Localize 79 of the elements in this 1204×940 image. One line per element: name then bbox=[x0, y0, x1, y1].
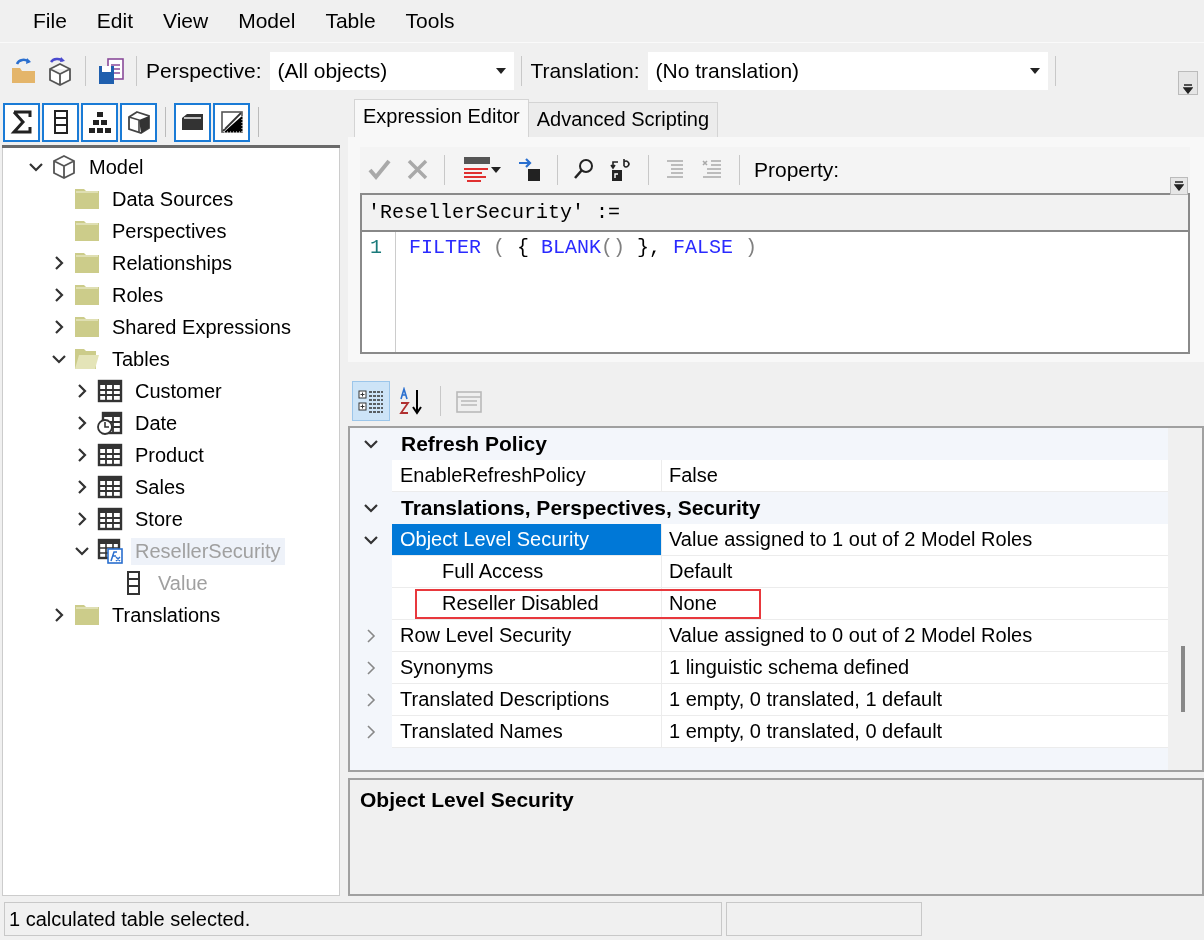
property-value[interactable]: None bbox=[662, 588, 1168, 620]
menu-item[interactable]: Tools bbox=[390, 9, 470, 33]
table-icon bbox=[97, 506, 123, 532]
menu-item[interactable]: View bbox=[148, 9, 224, 33]
menu-item[interactable]: Model bbox=[223, 9, 311, 33]
tree-item[interactable]: Roles bbox=[108, 281, 168, 309]
view-toggle-button[interactable] bbox=[81, 102, 118, 142]
property-value[interactable]: 1 empty, 0 translated, 0 default bbox=[662, 716, 1168, 748]
table-icon bbox=[97, 474, 123, 500]
dax-format-icon[interactable] bbox=[463, 156, 491, 184]
folder-icon bbox=[74, 602, 100, 628]
view-toggle-button[interactable] bbox=[174, 102, 211, 142]
property-value[interactable]: Default bbox=[662, 556, 1168, 588]
editor-tab[interactable]: Expression Editor bbox=[354, 99, 529, 137]
tree-item[interactable]: Store bbox=[131, 505, 187, 533]
overflow-icon bbox=[1174, 181, 1184, 191]
tree-item[interactable]: Date bbox=[131, 409, 182, 437]
perspective-label: Perspective: bbox=[146, 59, 262, 83]
menu-item[interactable]: Edit bbox=[81, 9, 149, 33]
property-label: Property: bbox=[754, 158, 840, 182]
calendar-table-icon bbox=[97, 410, 123, 436]
menu-item[interactable]: File bbox=[18, 9, 82, 33]
property-name[interactable]: Full Access bbox=[392, 556, 662, 588]
tree-item[interactable]: Relationships bbox=[108, 249, 237, 277]
property-name[interactable]: EnableRefreshPolicy bbox=[392, 460, 662, 492]
tree-item[interactable]: Product bbox=[131, 441, 208, 469]
save-icon[interactable] bbox=[96, 56, 126, 86]
property-name[interactable]: Synonyms bbox=[392, 652, 662, 684]
tree-item[interactable]: Customer bbox=[131, 377, 226, 405]
toolbar-overflow-button[interactable] bbox=[1170, 177, 1188, 195]
folder-icon bbox=[74, 250, 100, 276]
property-name[interactable]: Object Level Security bbox=[392, 524, 662, 556]
tree-item[interactable]: Translations bbox=[108, 601, 225, 629]
translation-label: Translation: bbox=[530, 59, 640, 83]
tree-item[interactable]: Shared Expressions bbox=[108, 313, 295, 341]
property-name[interactable]: Row Level Security bbox=[392, 620, 662, 652]
property-value[interactable]: Value assigned to 0 out of 2 Model Roles bbox=[662, 620, 1168, 652]
code-line: FILTER ( { BLANK() }, FALSE ) bbox=[408, 235, 758, 259]
categorized-list-icon bbox=[357, 387, 385, 415]
dropdown-arrow-icon[interactable] bbox=[491, 167, 501, 173]
tree-item[interactable]: Model bbox=[85, 153, 148, 181]
folder-icon bbox=[74, 218, 100, 244]
tree-item[interactable]: Sales bbox=[131, 473, 190, 501]
grid-view-button[interactable] bbox=[352, 381, 390, 421]
property-value[interactable]: 1 empty, 0 translated, 1 default bbox=[662, 684, 1168, 716]
menu-item[interactable]: Table bbox=[310, 9, 391, 33]
editor-tab[interactable]: Advanced Scripting bbox=[527, 102, 719, 137]
property-value[interactable]: 1 linguistic schema defined bbox=[662, 652, 1168, 684]
folder-icon bbox=[74, 282, 100, 308]
line-number: 1 bbox=[362, 232, 396, 262]
toolbar-overflow-button[interactable] bbox=[1178, 71, 1198, 95]
overflow-icon bbox=[1183, 84, 1193, 94]
dropdown-arrow-icon bbox=[495, 68, 506, 74]
view-toggle-button[interactable] bbox=[42, 102, 79, 142]
property-value[interactable]: False bbox=[662, 460, 1168, 492]
property-name[interactable]: Translated Descriptions bbox=[392, 684, 662, 716]
folder-icon bbox=[74, 314, 100, 340]
perspective-dropdown[interactable]: (All objects) bbox=[269, 52, 514, 90]
tree-item[interactable]: Tables bbox=[108, 345, 174, 373]
property-name[interactable]: Translated Names bbox=[392, 716, 662, 748]
open-folder-icon bbox=[74, 346, 100, 372]
tree-item[interactable]: Data Sources bbox=[108, 185, 238, 213]
property-value[interactable]: Value assigned to 1 out of 2 Model Roles bbox=[662, 524, 1168, 556]
folder-icon bbox=[74, 186, 100, 212]
status-text: 1 calculated table selected. bbox=[4, 902, 722, 936]
code-editor[interactable]: 'ResellerSecurity' := 1 FILTER ( { BLANK() }, FALSE ) bbox=[360, 193, 1190, 354]
dropdown-arrow-icon bbox=[1029, 68, 1040, 74]
table-icon bbox=[97, 378, 123, 404]
cube-icon bbox=[51, 154, 77, 180]
scrollbar-thumb[interactable] bbox=[1181, 646, 1185, 712]
translation-dropdown[interactable]: (No translation) bbox=[647, 52, 1048, 90]
expression-header: 'ResellerSecurity' := bbox=[362, 195, 1188, 232]
description-title: Object Level Security bbox=[360, 788, 575, 812]
tree-item[interactable]: Perspectives bbox=[108, 217, 231, 245]
view-toggle-button[interactable] bbox=[120, 102, 157, 142]
view-toggle-button[interactable] bbox=[3, 102, 40, 142]
view-toggle-button[interactable] bbox=[213, 102, 250, 142]
calculated-table-icon bbox=[97, 538, 123, 564]
table-icon bbox=[97, 442, 123, 468]
